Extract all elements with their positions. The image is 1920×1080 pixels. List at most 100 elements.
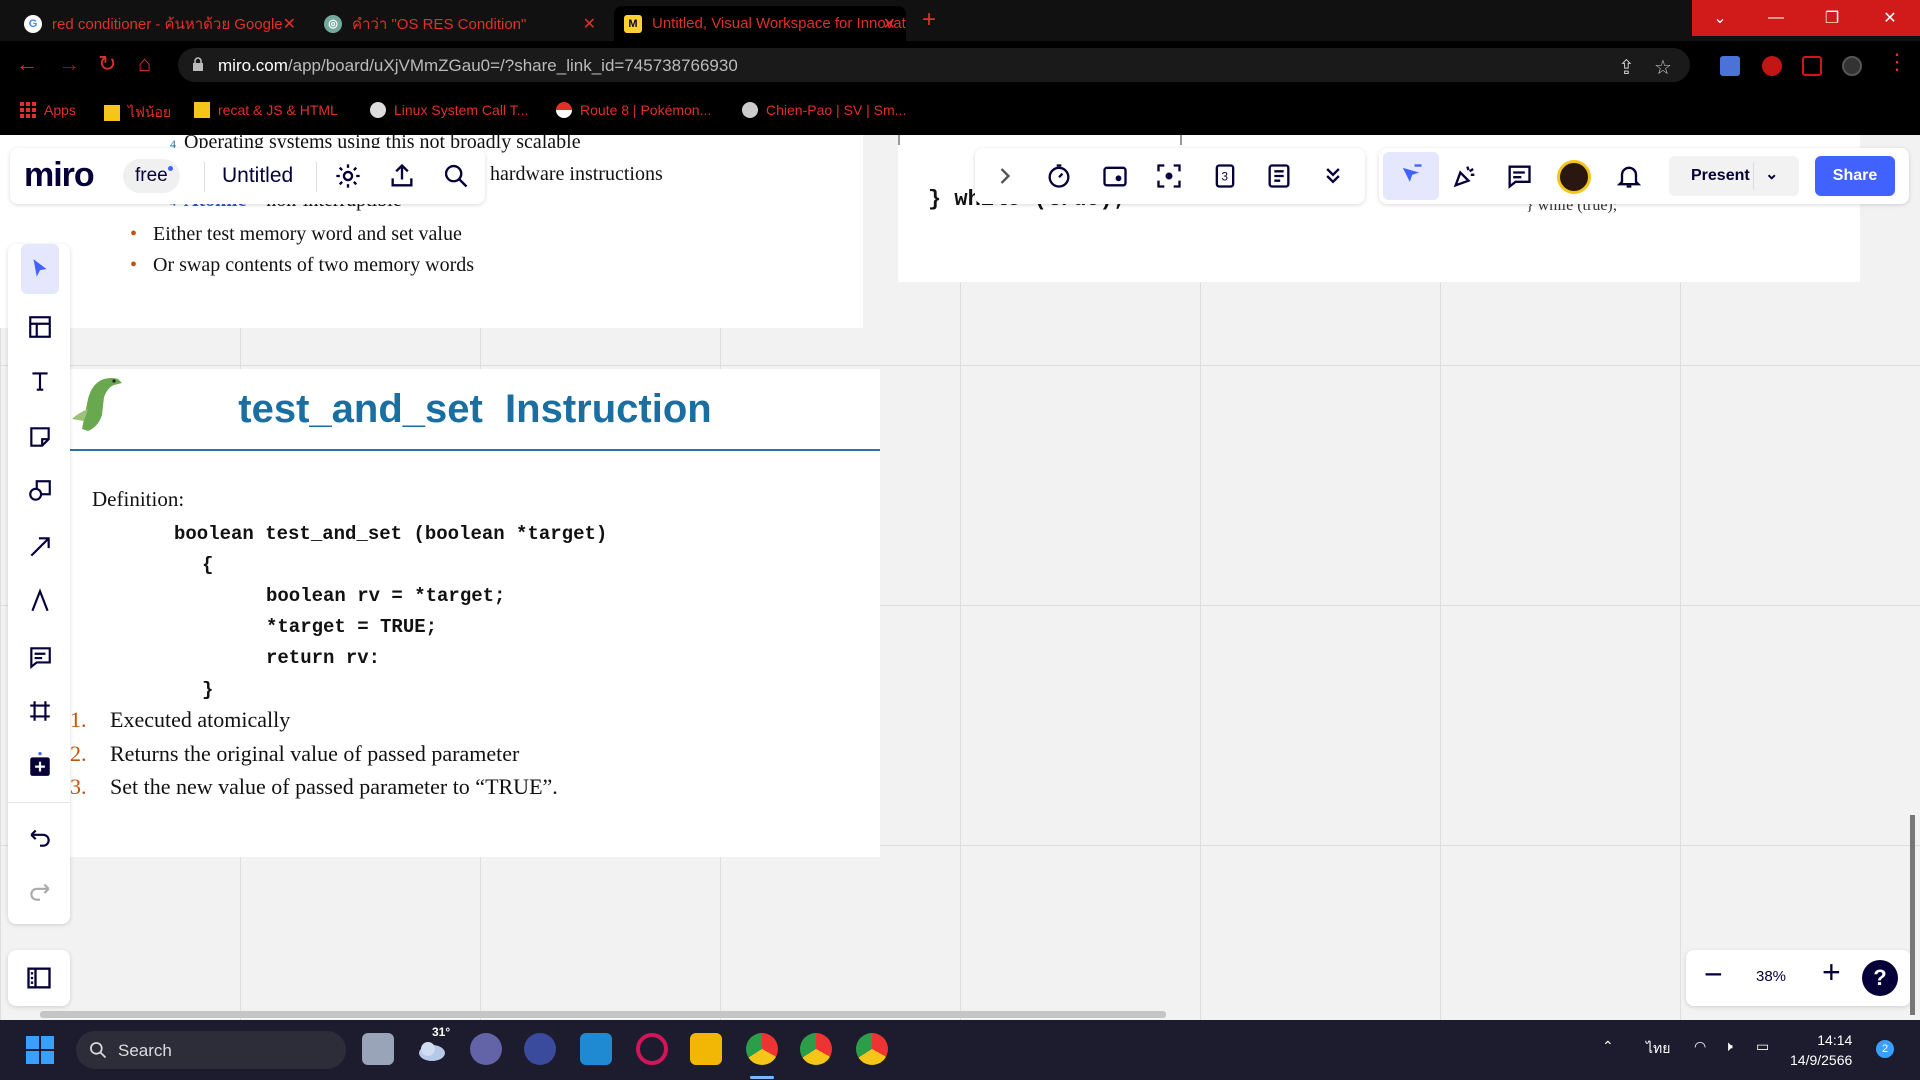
- wifi-icon[interactable]: ◠: [1694, 1038, 1706, 1055]
- forward-icon[interactable]: →: [58, 53, 80, 75]
- home-icon[interactable]: ⌂: [138, 53, 151, 75]
- weather-widget[interactable]: 31°: [416, 1025, 450, 1065]
- back-icon[interactable]: ←: [16, 53, 38, 75]
- more-apps-tool[interactable]: [23, 748, 57, 782]
- apps-grid-icon: [20, 102, 36, 118]
- browser-tab-strip: G red conditioner - ค้นหาด้วย Google ✕ ◎…: [0, 0, 1920, 41]
- select-tool[interactable]: [21, 244, 59, 294]
- focus-icon[interactable]: [1155, 162, 1183, 190]
- windows-start-icon[interactable]: [26, 1036, 54, 1064]
- close-icon[interactable]: ✕: [883, 14, 896, 34]
- bookmark-linux[interactable]: Linux System Call T...: [370, 102, 528, 118]
- translate-extension-icon[interactable]: [1720, 56, 1740, 76]
- system-clock[interactable]: 14:14 14/9/2566: [1790, 1030, 1852, 1070]
- redo-button[interactable]: [23, 874, 57, 908]
- timer-icon[interactable]: [1045, 162, 1073, 190]
- chevron-right-icon[interactable]: [991, 162, 1019, 190]
- board-title[interactable]: Untitled: [222, 164, 293, 188]
- new-tab-button[interactable]: +: [922, 8, 936, 32]
- help-button[interactable]: ?: [1862, 960, 1898, 996]
- bookmark-folder-1[interactable]: ไฟน้อย: [104, 102, 171, 124]
- close-window-button[interactable]: ✕: [1860, 0, 1920, 36]
- double-chevron-down-icon[interactable]: [1319, 162, 1347, 190]
- chevron-down-icon[interactable]: ⌄: [1765, 164, 1778, 184]
- zoom-out-button[interactable]: −: [1704, 958, 1723, 990]
- pen-tool[interactable]: [23, 584, 57, 618]
- profile-avatar[interactable]: [1842, 56, 1862, 76]
- export-upload-icon[interactable]: [388, 162, 416, 190]
- more-menu-icon[interactable]: ⋮: [1886, 51, 1908, 73]
- horizontal-scrollbar[interactable]: [40, 1011, 1166, 1018]
- list-item: 3. Set the new value of passed parameter …: [70, 774, 558, 799]
- share-button[interactable]: Share: [1815, 156, 1895, 196]
- volume-muted-icon[interactable]: 🕨: [1724, 1038, 1733, 1055]
- notification-badge[interactable]: 2: [1876, 1040, 1894, 1058]
- task-view-icon[interactable]: [362, 1033, 394, 1065]
- chrome-icon[interactable]: [856, 1033, 888, 1065]
- notifications-bell-icon[interactable]: [1615, 162, 1643, 190]
- shapes-tool[interactable]: [23, 474, 57, 508]
- board-canvas[interactable]: 4 Operating systems using this not broadl…: [0, 135, 1920, 1020]
- user-avatar[interactable]: [1557, 160, 1591, 194]
- bookmarks-bar: Apps ไฟน้อย recat & JS & HTML Linux Syst…: [0, 89, 1920, 135]
- battery-icon[interactable]: ▭: [1756, 1038, 1769, 1055]
- notes-icon[interactable]: [1265, 162, 1293, 190]
- chrome-icon[interactable]: [800, 1033, 832, 1065]
- bookmark-star-icon[interactable]: ☆: [1654, 55, 1672, 80]
- shapes-icon: [29, 480, 51, 501]
- taskbar-search-box[interactable]: Search: [76, 1031, 346, 1069]
- bookmark-apps[interactable]: Apps: [20, 102, 76, 118]
- present-button[interactable]: Present ⌄: [1669, 156, 1799, 196]
- bookmark-chien-pao[interactable]: Chien-Pao | SV | Sm...: [742, 102, 906, 118]
- undo-button[interactable]: [23, 820, 57, 854]
- frame-tool[interactable]: [23, 694, 57, 728]
- vscode-icon[interactable]: [580, 1033, 612, 1065]
- comment-tool[interactable]: [23, 640, 57, 674]
- search-icon[interactable]: [442, 162, 470, 190]
- tab-chatgpt[interactable]: ◎ คำว่า "OS RES Condition" ✕: [314, 6, 606, 41]
- address-bar-row: ← → ↻ ⌂ miro.com/app/board/uXjVMmZGau0=/…: [0, 41, 1920, 89]
- tab-label: red conditioner - ค้นหาด้วย Google: [52, 15, 283, 33]
- url-input[interactable]: miro.com/app/board/uXjVMmZGau0=/?share_l…: [178, 48, 1690, 82]
- slide-text-line: hardware instructions: [490, 163, 663, 185]
- plan-badge[interactable]: free: [123, 159, 180, 193]
- zoom-in-button[interactable]: +: [1822, 956, 1841, 988]
- bookmark-pokemon[interactable]: Route 8 | Pokémon...: [556, 102, 711, 118]
- slide-test-and-set[interactable]: test_and_set Instruction Definition: boo…: [70, 369, 880, 857]
- app-icon[interactable]: [524, 1033, 556, 1065]
- templates-tool[interactable]: [23, 310, 57, 344]
- extension-icon[interactable]: [1762, 56, 1782, 76]
- activity-icon[interactable]: [1101, 162, 1129, 190]
- reactions-icon[interactable]: [1451, 162, 1479, 190]
- close-icon[interactable]: ✕: [583, 14, 596, 34]
- zoom-level[interactable]: 38%: [1756, 968, 1786, 985]
- miro-logo[interactable]: miro: [24, 156, 95, 195]
- creation-toolbar: [8, 244, 70, 924]
- close-icon[interactable]: ✕: [283, 14, 296, 34]
- voting-icon[interactable]: 3: [1211, 162, 1239, 190]
- extensions-puzzle-icon[interactable]: [1802, 56, 1822, 76]
- opera-gx-icon[interactable]: [636, 1033, 668, 1065]
- reload-icon[interactable]: ↻: [98, 53, 116, 75]
- comment-icon[interactable]: [1505, 162, 1533, 190]
- chrome-icon[interactable]: [746, 1033, 778, 1065]
- tab-google-search[interactable]: G red conditioner - ค้นหาด้วย Google ✕: [14, 6, 306, 41]
- sticky-note-tool[interactable]: [23, 420, 57, 454]
- bookmark-folder-2[interactable]: recat & JS & HTML: [194, 102, 338, 118]
- share-page-icon[interactable]: ⇪: [1618, 55, 1635, 80]
- input-language[interactable]: ไทย: [1646, 1038, 1670, 1060]
- minimize-button[interactable]: —: [1748, 0, 1804, 36]
- chevron-up-icon[interactable]: ⌃: [1602, 1038, 1614, 1055]
- board-panel-toggle[interactable]: [8, 950, 70, 1006]
- cursor-tool-active[interactable]: [1383, 152, 1439, 200]
- teams-meet-icon[interactable]: [470, 1033, 502, 1065]
- text-tool[interactable]: [23, 364, 57, 398]
- vertical-scrollbar[interactable]: [1910, 815, 1915, 1015]
- settings-gear-icon[interactable]: [334, 162, 362, 190]
- lock-icon: [193, 57, 203, 71]
- tab-search-button[interactable]: ⌄: [1692, 0, 1748, 36]
- file-explorer-icon[interactable]: [690, 1033, 722, 1065]
- connection-line-tool[interactable]: [23, 530, 57, 564]
- tab-miro[interactable]: M Untitled, Visual Workspace for Innovat…: [614, 6, 906, 41]
- restore-button[interactable]: ❐: [1804, 0, 1860, 36]
